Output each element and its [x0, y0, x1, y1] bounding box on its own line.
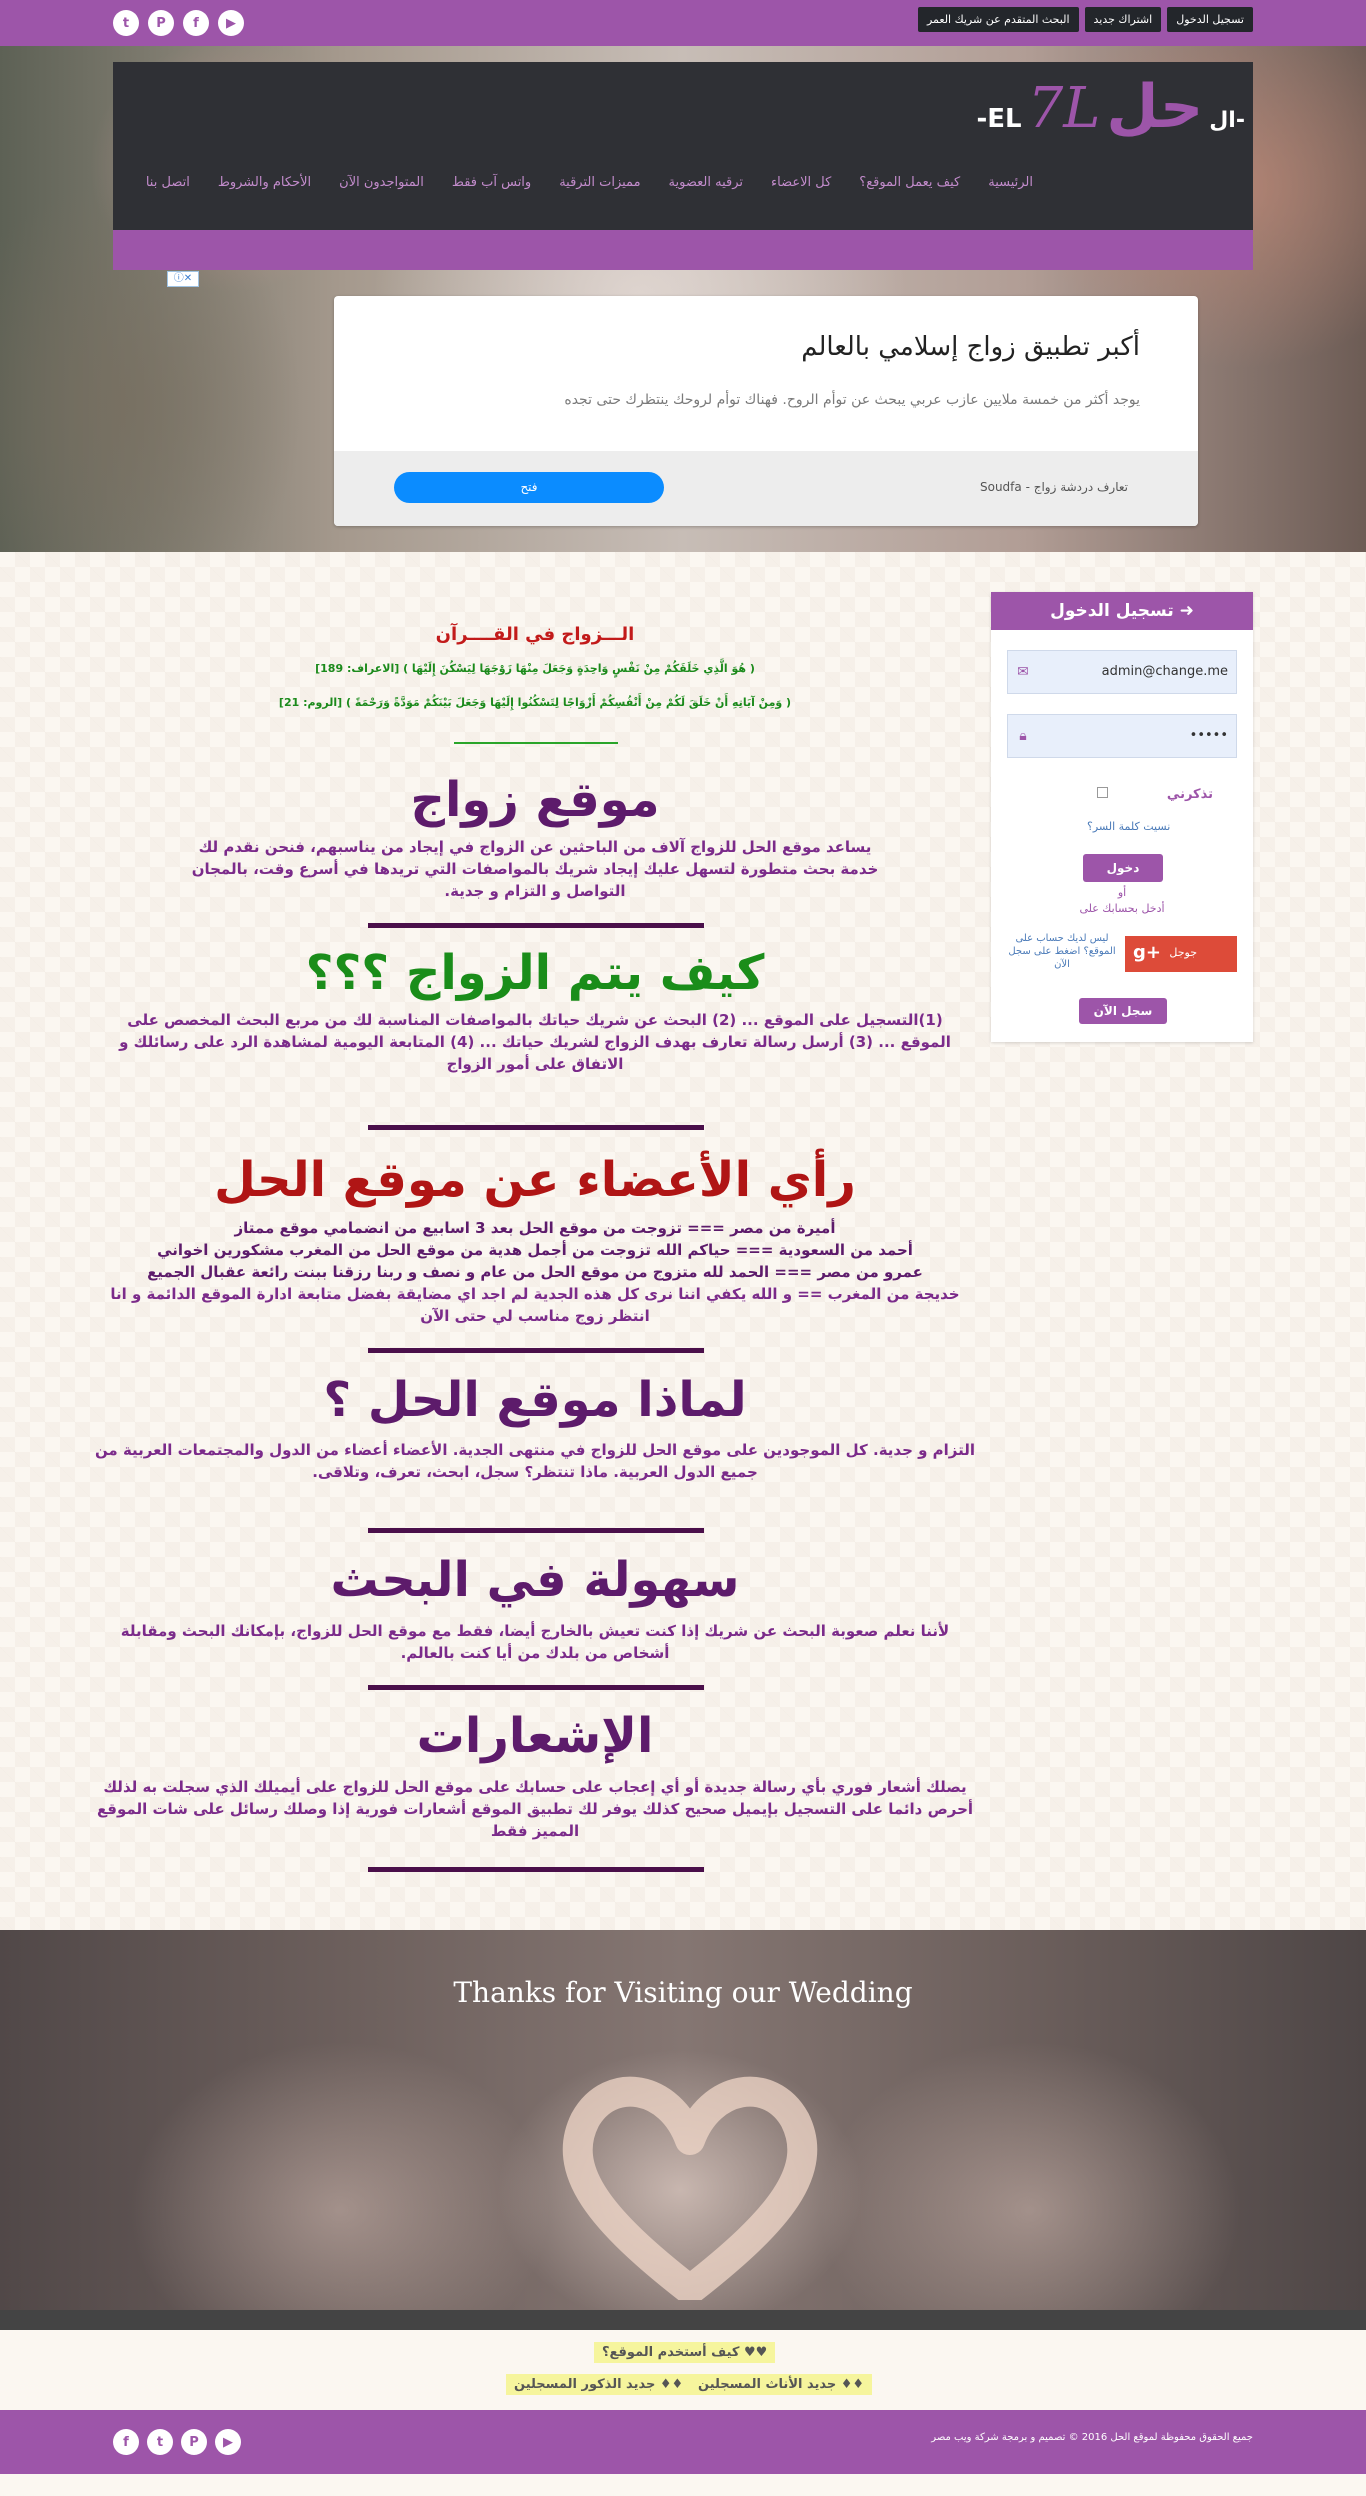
divider: [368, 1348, 704, 1353]
section-text-easy-search: لأننا نعلم صعوبة البحث عن شريك إذا كنت ت…: [120, 1622, 950, 1662]
youtube-icon[interactable]: ▶: [215, 2429, 241, 2455]
section-text-notifications: يصلك أشعار فوري بأي رسالة جديدة أو أي إع…: [96, 1778, 974, 1840]
password-value: •••••: [1189, 728, 1228, 743]
section-title-easy-search: سهولة في البحث: [330, 1552, 740, 1608]
menu-item-home[interactable]: الرئيسية: [988, 175, 1033, 190]
copyright-text: جميع الحقوق محفوظة لموقع الحل 2016 © تصم…: [931, 2432, 1253, 2443]
section-title-how-marriage: كيف يتم الزواج ؟؟؟: [305, 945, 765, 1001]
footer: جميع الحقوق محفوظة لموقع الحل 2016 © تصم…: [0, 2410, 1366, 2474]
header-panel: -EL 7L حل ال- الرئيسية كيف يعمل الموقع؟ …: [113, 62, 1253, 270]
section-title-notifications: الإشعارات: [416, 1708, 654, 1764]
ad-text: يوجد أكثر من خمسة ملايين عازب عربي يبحث …: [564, 392, 1140, 408]
thanks-title: Thanks for Visiting our Wedding: [453, 1976, 913, 2009]
heart-hands-image: [562, 2076, 818, 2300]
menu-item-online-now[interactable]: المتواجدون الآن: [339, 175, 424, 190]
menu-item-how-it-works[interactable]: كيف يعمل الموقع؟: [859, 175, 960, 190]
quran-verse-2: ( وَمِنْ آيَاتِهِ أَنْ خَلَقَ لَكُمْ مِن…: [278, 696, 792, 709]
pinterest-icon[interactable]: P: [181, 2429, 207, 2455]
divider: [368, 1125, 704, 1130]
new-females-link[interactable]: ♦♦ جديد الأناث المسجلين: [690, 2374, 873, 2395]
signup-top-button[interactable]: اشتراك جديد: [1084, 7, 1162, 32]
section-title-marriage-site: موقع زواج: [410, 772, 660, 828]
youtube-icon[interactable]: ▶: [218, 10, 244, 36]
menu-item-upgrade-features[interactable]: مميزات الترقية: [559, 175, 640, 190]
quran-title: الـــزواج في القــــرآن: [435, 624, 635, 645]
menu-item-terms[interactable]: الأحكام والشروط: [218, 175, 311, 190]
email-value: admin@change.me: [1101, 664, 1228, 679]
ad-card[interactable]: أكبر تطبيق زواج إسلامي بالعالم يوجد أكثر…: [334, 296, 1198, 526]
divider: [368, 1685, 704, 1690]
hero-banner: -EL 7L حل ال- الرئيسية كيف يعمل الموقع؟ …: [0, 46, 1366, 552]
ad-open-button[interactable]: فتح: [394, 472, 664, 503]
menu-item-all-members[interactable]: كل الاعضاء: [771, 175, 831, 190]
divider: [368, 1867, 704, 1872]
google-login-button[interactable]: g+ جوجل: [1125, 936, 1237, 972]
logo-al: ال-: [1209, 108, 1245, 133]
facebook-icon[interactable]: f: [113, 2429, 139, 2455]
divider: [368, 923, 704, 928]
testimonial-line: خديجة من المغرب == و الله يكفي اننا نرى …: [110, 1285, 960, 1325]
new-males-link[interactable]: ♦♦ جديد الذكور المسجلين: [506, 2374, 692, 2395]
register-button[interactable]: سجل الآن: [1079, 998, 1167, 1024]
top-bar: تسجيل الدخول اشتراك جديد البحث المتقدم ع…: [0, 0, 1366, 46]
main-menu: الرئيسية كيف يعمل الموقع؟ كل الاعضاء ترق…: [146, 175, 1033, 190]
remember-me-checkbox[interactable]: [1097, 787, 1108, 798]
ad-choices-icon[interactable]: ⓘ✕: [167, 271, 199, 287]
menu-item-upgrade[interactable]: ترقيه العضوية: [669, 175, 743, 190]
section-text-marriage-site: يساعد موقع الحل للزواج آلاف من الباحثين …: [191, 838, 879, 900]
divider: [454, 742, 618, 744]
testimonial-line: أميرة من مصر === تزوجت من موقع الحل بعد …: [234, 1219, 836, 1237]
section-title-testimonials: رأي الأعضاء عن موقع الحل: [214, 1152, 856, 1208]
site-logo[interactable]: -EL 7L حل ال-: [976, 72, 1245, 142]
top-buttons: تسجيل الدخول اشتراك جديد البحث المتقدم ع…: [917, 7, 1253, 32]
twitter-icon[interactable]: t: [113, 10, 139, 36]
section-text-why-us: التزام و جدية. كل الموجودين على موقع الح…: [94, 1441, 976, 1481]
thanks-bottom-strip: [0, 2310, 1366, 2330]
facebook-icon[interactable]: f: [183, 10, 209, 36]
login-title: تسجيل الدخول: [1050, 601, 1174, 621]
envelope-icon: ✉: [1017, 664, 1029, 680]
ad-title: أكبر تطبيق زواج إسلامي بالعالم: [801, 332, 1140, 362]
section-title-why-us: لماذا موقع الحل ؟: [323, 1372, 747, 1428]
login-header: ➜ تسجيل الدخول: [991, 592, 1253, 630]
main-content: ➜ تسجيل الدخول admin@change.me ✉ ••••• 🔒…: [0, 552, 1366, 1930]
login-button[interactable]: دخول: [1083, 854, 1163, 882]
google-label: جوجل: [1169, 946, 1197, 959]
divider: [368, 1528, 704, 1533]
ad-banner: ⓘ✕ أكبر تطبيق زواج إسلامي بالعالم يوجد أ…: [167, 271, 1366, 552]
how-to-use-link[interactable]: ♥♥ كيف أستخدم الموقع؟: [594, 2342, 776, 2363]
google-plus-icon: g+: [1133, 942, 1161, 963]
email-field[interactable]: admin@change.me ✉: [1007, 650, 1237, 694]
menu-item-contact[interactable]: اتصل بنا: [146, 175, 190, 190]
password-field[interactable]: ••••• 🔒︎: [1007, 714, 1237, 758]
login-box: ➜ تسجيل الدخول admin@change.me ✉ ••••• 🔒…: [991, 592, 1253, 1042]
lock-icon: 🔒︎: [1019, 728, 1027, 744]
testimonials-list: أميرة من مصر === تزوجت من موقع الحل بعد …: [90, 1217, 980, 1327]
or-label: أو: [1117, 886, 1127, 899]
logo-7l: 7L: [1027, 76, 1101, 141]
forgot-password-link[interactable]: نسيت كلمة السر؟: [1087, 820, 1170, 833]
footer-social-links: f t P ▶: [113, 2429, 241, 2455]
ad-source: تعارف دردشة زواج - Soudfa: [979, 480, 1128, 494]
quran-verse-1: ( هُوَ الَّذِي خَلَقَكُمْ مِنْ نَفْسٍ وَ…: [315, 662, 755, 675]
login-top-button[interactable]: تسجيل الدخول: [1167, 7, 1253, 32]
logo-el: -EL: [976, 104, 1022, 134]
menu-item-whatsapp[interactable]: واتس آب فقط: [452, 175, 531, 190]
pinterest-icon[interactable]: P: [148, 10, 174, 36]
remember-me-label: تذكرني: [1166, 787, 1213, 802]
login-with-label: أدخل بحسابك على: [1079, 902, 1165, 915]
logo-hal: حل: [1106, 72, 1204, 142]
section-text-how-marriage: (1)التسجيل على الموقع ... (2) البحث عن ش…: [119, 1011, 951, 1073]
testimonial-line: أحمد من السعودية === حياكم الله تزوجت من…: [157, 1241, 913, 1259]
top-social-links: t P f ▶: [113, 10, 244, 36]
twitter-icon[interactable]: t: [147, 2429, 173, 2455]
quick-links: ♥♥ كيف أستخدم الموقع؟ ♦♦ جديد الأناث الم…: [0, 2330, 1366, 2410]
header-strip: [113, 230, 1253, 270]
testimonial-line: عمرو من مصر === الحمد لله متزوج من موقع …: [147, 1263, 923, 1281]
ad-footer: تعارف دردشة زواج - Soudfa فتح: [334, 451, 1198, 526]
thanks-section: Thanks for Visiting our Wedding: [0, 1930, 1366, 2330]
advanced-search-button[interactable]: البحث المتقدم عن شريك العمر: [917, 7, 1079, 32]
sign-in-icon: ➜: [1179, 601, 1194, 621]
no-account-text[interactable]: ليس لديك حساب على الموقع؟ اضغط على سجل ا…: [1007, 932, 1117, 971]
